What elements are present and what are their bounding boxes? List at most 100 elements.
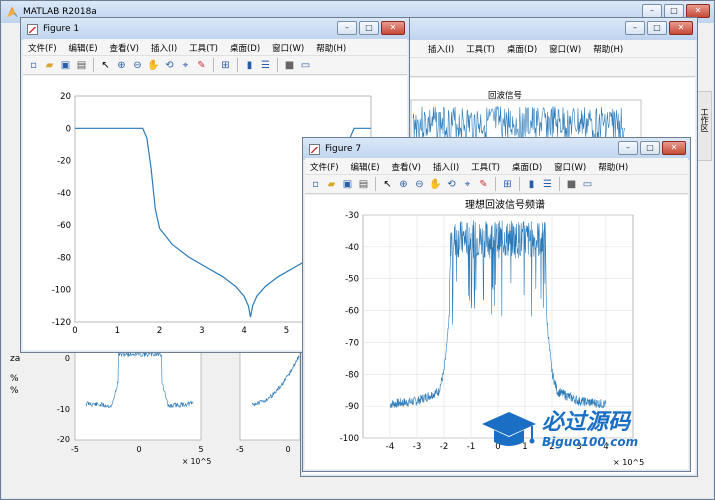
new-icon[interactable]: ▫ (309, 178, 322, 191)
fig7-minimize-button[interactable]: – (618, 141, 638, 155)
datacursor-icon[interactable]: ⌖ (461, 178, 474, 191)
y-tick-label: 0 (66, 124, 71, 134)
fig1-menu-file[interactable]: 文件(F) (28, 42, 57, 54)
fig7-toolbar: ▫ ▰ ▣ ▤ ↖ ⊕ ⊖ ✋ ⟲ ⌖ ✎ ⊞ ▮ ☰ ■ ▭ (305, 174, 688, 194)
workspace-tab-label[interactable]: 工作区 (696, 92, 713, 148)
maximize-button[interactable]: □ (664, 4, 684, 18)
fig1-close-button[interactable]: ✕ (381, 21, 405, 35)
watermark-url: Biguo100.com (542, 435, 639, 449)
fig1-menu-tools[interactable]: 工具(T) (189, 42, 218, 54)
open-icon[interactable]: ▰ (43, 59, 56, 72)
show-icon[interactable]: ▭ (581, 178, 594, 191)
zoom-in-icon[interactable]: ⊕ (397, 178, 410, 191)
fig7-menu-help[interactable]: 帮助(H) (598, 161, 628, 173)
fig7-menu-file[interactable]: 文件(F) (310, 161, 339, 173)
matlab-logo-icon (7, 6, 18, 18)
save-icon[interactable]: ▣ (59, 59, 72, 72)
y-tick-label: -80 (57, 253, 71, 263)
save-icon[interactable]: ▣ (341, 178, 354, 191)
fig7-menu-insert[interactable]: 插入(I) (433, 161, 459, 173)
fig7-x-multiplier: × 10^5 (613, 458, 644, 467)
rotate-icon[interactable]: ⟲ (163, 59, 176, 72)
fig7-menu-window[interactable]: 窗口(W) (554, 161, 586, 173)
fig1-menu-edit[interactable]: 编辑(E) (69, 42, 98, 54)
colorbar-icon[interactable]: ▮ (243, 59, 256, 72)
figure7-titlebar: Figure 7 – □ ✕ (303, 138, 690, 160)
main-window-title: MATLAB R2018a (23, 7, 97, 17)
legend-icon[interactable]: ☰ (259, 59, 272, 72)
fig-behind-menu-item[interactable]: 窗口(W) (549, 43, 581, 55)
bl-xtick: -5 (71, 445, 79, 454)
open-icon[interactable]: ▰ (325, 178, 338, 191)
bottom-subplots-area: 0 -10 -20 -5 0 5 × 10^5 -5 0 (0, 350, 301, 472)
fig7-menu-view[interactable]: 查看(V) (392, 161, 421, 173)
fig1-minimize-button[interactable]: – (337, 21, 357, 35)
x-tick-label: 1 (115, 326, 120, 336)
bm-xtick: 0 (285, 445, 290, 454)
x-tick-label: -3 (413, 442, 421, 452)
fig-behind-menu-item[interactable]: 插入(I) (428, 43, 454, 55)
show-icon[interactable]: ▭ (299, 59, 312, 72)
zoom-in-icon[interactable]: ⊕ (115, 59, 128, 72)
y-tick-label: -40 (57, 189, 71, 199)
fig-behind-menu-item[interactable]: 帮助(H) (593, 43, 623, 55)
colorbar-icon[interactable]: ▮ (525, 178, 538, 191)
figure1-titlebar: Figure 1 – □ ✕ (21, 18, 409, 40)
zoom-out-icon[interactable]: ⊖ (413, 178, 426, 191)
pointer-icon[interactable]: ↖ (99, 59, 112, 72)
fig-behind-close-button[interactable]: ✕ (669, 21, 693, 35)
legend-icon[interactable]: ☰ (541, 178, 554, 191)
y-tick-label: -120 (52, 318, 71, 328)
y-tick-label: -40 (345, 243, 359, 253)
datacursor-icon[interactable]: ⌖ (179, 59, 192, 72)
fig1-menubar: 文件(F) 编辑(E) 查看(V) 插入(I) 工具(T) 桌面(D) 窗口(W… (23, 39, 407, 56)
fig7-chart-title: 理想回波信号频谱 (465, 198, 545, 211)
hide-icon[interactable]: ■ (283, 59, 296, 72)
fig1-menu-help[interactable]: 帮助(H) (316, 42, 346, 54)
watermark-logo: 必过源码 Biguo100.com (480, 408, 638, 452)
x-tick-label: 3 (199, 326, 204, 336)
fig-behind-menu-item[interactable]: 桌面(D) (507, 43, 537, 55)
bottom-subplots-svg: 0 -10 -20 -5 0 5 × 10^5 -5 0 (57, 350, 301, 466)
brush-icon[interactable]: ✎ (477, 178, 490, 191)
pointer-icon[interactable]: ↖ (381, 178, 394, 191)
y-tick-label: -100 (340, 434, 359, 444)
y-tick-label: -90 (345, 402, 359, 412)
fig1-menu-insert[interactable]: 插入(I) (151, 42, 177, 54)
bl-ytick: -10 (57, 405, 70, 414)
bl-xtick: 0 (136, 445, 141, 454)
fig7-menu-desktop[interactable]: 桌面(D) (512, 161, 542, 173)
hide-icon[interactable]: ■ (565, 178, 578, 191)
fig-behind-maximize-button[interactable]: □ (647, 21, 667, 35)
pan-icon[interactable]: ✋ (429, 178, 442, 191)
fig1-menu-desktop[interactable]: 桌面(D) (230, 42, 260, 54)
zoom-out-icon[interactable]: ⊖ (131, 59, 144, 72)
fig7-maximize-button[interactable]: □ (640, 141, 660, 155)
minimize-button[interactable]: – (642, 4, 662, 18)
print-icon[interactable]: ▤ (357, 178, 370, 191)
rotate-icon[interactable]: ⟲ (445, 178, 458, 191)
new-icon[interactable]: ▫ (27, 59, 40, 72)
fig-behind-menu-item[interactable]: 工具(T) (466, 43, 495, 55)
fig1-menu-view[interactable]: 查看(V) (110, 42, 139, 54)
fig7-menu-edit[interactable]: 编辑(E) (351, 161, 380, 173)
x-tick-label: 2 (157, 326, 162, 336)
pan-icon[interactable]: ✋ (147, 59, 160, 72)
close-button[interactable]: ✕ (686, 4, 710, 18)
fig7-menubar: 文件(F) 编辑(E) 查看(V) 插入(I) 工具(T) 桌面(D) 窗口(W… (305, 158, 688, 175)
fig-behind-minimize-button[interactable]: – (625, 21, 645, 35)
print-icon[interactable]: ▤ (75, 59, 88, 72)
link-icon[interactable]: ⊞ (501, 178, 514, 191)
bl-ytick: 0 (65, 354, 70, 363)
fig7-menu-tools[interactable]: 工具(T) (471, 161, 500, 173)
figure1-title: Figure 1 (43, 24, 80, 34)
fig1-menu-window[interactable]: 窗口(W) (272, 42, 304, 54)
figure-icon (309, 143, 320, 155)
link-icon[interactable]: ⊞ (219, 59, 232, 72)
fig7-close-button[interactable]: ✕ (662, 141, 686, 155)
fig1-toolbar: ▫ ▰ ▣ ▤ ↖ ⊕ ⊖ ✋ ⟲ ⌖ ✎ ⊞ ▮ ☰ ■ ▭ (23, 55, 407, 75)
brush-icon[interactable]: ✎ (195, 59, 208, 72)
fig1-maximize-button[interactable]: □ (359, 21, 379, 35)
y-tick-label: -60 (345, 307, 359, 317)
bl-x-multiplier: × 10^5 (182, 457, 211, 466)
